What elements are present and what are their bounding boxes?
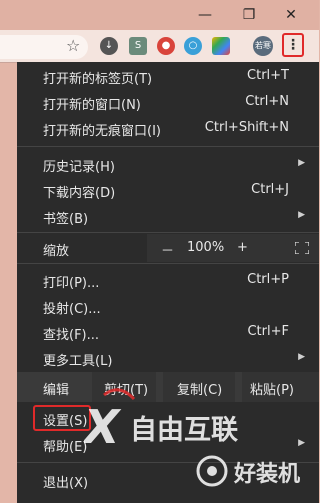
- menu-item-new-tab[interactable]: 打开新的标签页(T) Ctrl+T: [17, 64, 319, 90]
- menu-kebab-icon[interactable]: ⋮: [282, 33, 304, 57]
- menu-item-label: 打印(P)...: [43, 276, 100, 291]
- restore-icon[interactable]: ❐: [240, 6, 258, 24]
- map-pin-extension-icon[interactable]: ●: [157, 37, 175, 55]
- menu-divider: [17, 232, 319, 233]
- circle-extension-icon[interactable]: ○: [184, 37, 202, 55]
- minimize-icon[interactable]: —: [196, 6, 214, 24]
- menu-item-more-tools[interactable]: 更多工具(L) ▶: [17, 346, 319, 372]
- submenu-arrow-icon: ▶: [298, 352, 305, 362]
- avatar[interactable]: 若寒: [253, 36, 273, 56]
- drive-extension-icon[interactable]: [212, 37, 230, 55]
- zoom-in-button[interactable]: +: [237, 240, 248, 255]
- svg-text:好装机: 好装机: [233, 461, 300, 487]
- close-icon[interactable]: ✕: [282, 6, 300, 24]
- menu-item-label: 帮助(E): [43, 440, 88, 455]
- submenu-arrow-icon: ▶: [298, 210, 305, 220]
- menu-item-cast[interactable]: 投射(C)...: [17, 294, 319, 320]
- menu-item-label: 更多工具(L): [43, 354, 113, 369]
- submenu-arrow-icon: ▶: [298, 158, 305, 168]
- svg-text:X: X: [84, 400, 122, 454]
- menu-item-new-window[interactable]: 打开新的窗口(N) Ctrl+N: [17, 90, 319, 116]
- zoom-row: 缩放 － 100% +: [17, 234, 319, 262]
- menu-item-shortcut: Ctrl+Shift+N: [204, 120, 289, 135]
- menu-item-shortcut: Ctrl+F: [247, 324, 289, 339]
- menu-item-history[interactable]: 历史记录(H) ▶: [17, 152, 319, 178]
- zoom-level: 100%: [187, 240, 225, 255]
- menu-item-incognito[interactable]: 打开新的无痕窗口(I) Ctrl+Shift+N: [17, 116, 319, 142]
- title-bar: — ❐ ✕: [0, 0, 319, 30]
- download-extension-icon[interactable]: ↓: [100, 37, 118, 55]
- menu-item-shortcut: Ctrl+P: [247, 272, 289, 287]
- menu-item-label: 历史记录(H): [43, 160, 115, 175]
- watermark-text: 自由互联: [130, 414, 238, 446]
- menu-item-label: 打开新的窗口(N): [43, 98, 141, 113]
- menu-item-label: 书签(B): [43, 212, 89, 227]
- zoom-label: 缩放: [43, 244, 70, 259]
- menu-item-label: 投射(C)...: [43, 302, 101, 317]
- menu-item-print[interactable]: 打印(P)... Ctrl+P: [17, 268, 319, 294]
- menu-item-shortcut: Ctrl+N: [245, 94, 289, 109]
- menu-divider: [17, 146, 319, 147]
- menu-item-shortcut: Ctrl+J: [251, 182, 289, 197]
- menu-item-label: 退出(X): [43, 476, 89, 491]
- menu-item-label: 下载内容(D): [43, 186, 116, 201]
- menu-item-label: 打开新的标签页(T): [43, 72, 153, 87]
- menu-item-shortcut: Ctrl+T: [247, 68, 289, 83]
- settings-highlight: [33, 405, 91, 431]
- menu-item-label: 打开新的无痕窗口(I): [43, 124, 161, 139]
- fullscreen-icon[interactable]: [295, 242, 309, 254]
- watermark-logo: X 自由互联 好装机: [84, 388, 300, 487]
- menu-item-bookmarks[interactable]: 书签(B) ▶: [17, 204, 319, 230]
- zoom-out-button[interactable]: －: [161, 240, 174, 259]
- s-extension-icon[interactable]: S: [129, 37, 147, 55]
- menu-divider: [17, 263, 319, 264]
- menu-item-downloads[interactable]: 下载内容(D) Ctrl+J: [17, 178, 319, 204]
- menu-item-find[interactable]: 查找(F)... Ctrl+F: [17, 320, 319, 346]
- menu-item-label: 查找(F)...: [43, 328, 100, 343]
- zoom-controls: － 100% +: [147, 234, 319, 262]
- bookmark-star-icon[interactable]: ☆: [66, 37, 80, 55]
- edit-label: 编辑: [43, 383, 70, 398]
